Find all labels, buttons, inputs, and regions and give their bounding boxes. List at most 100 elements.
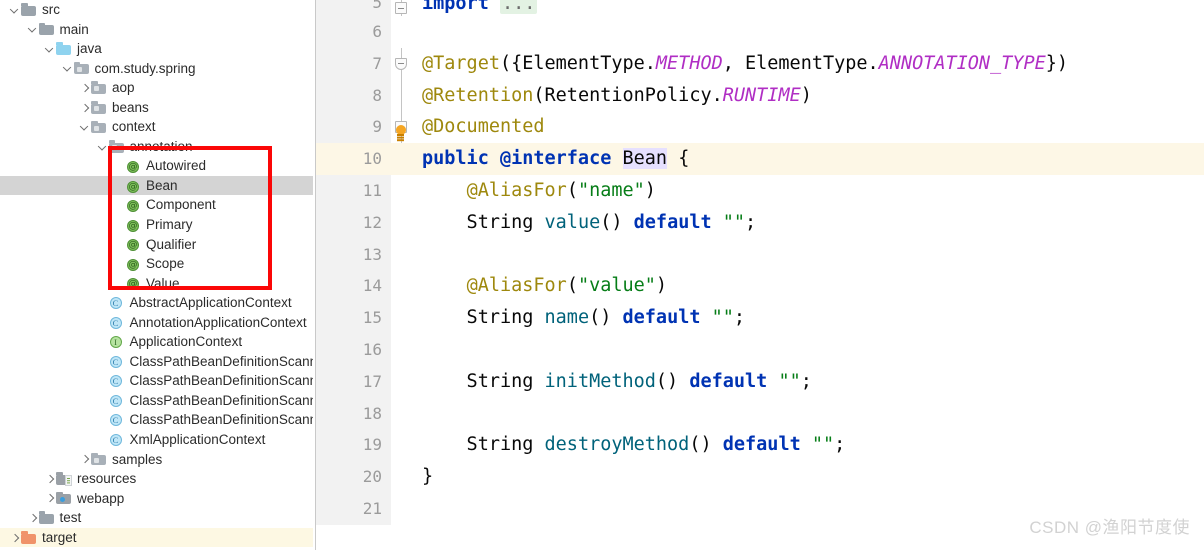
code-line[interactable]: 7 @Target({ElementType.METHOD, ElementTyp… <box>316 47 1204 80</box>
token-fold: ... <box>499 0 538 14</box>
fold-collapse-icon[interactable] <box>395 57 407 70</box>
code-line[interactable]: 11 @AliasFor("name") <box>316 174 1204 207</box>
tree-node-annotation[interactable]: annotation <box>0 137 313 157</box>
fold-gutter[interactable] <box>391 270 413 302</box>
tree-node-resources[interactable]: resources <box>0 469 313 489</box>
code-text[interactable]: String initMethod() default ""; <box>413 366 1204 398</box>
fold-gutter[interactable] <box>391 79 413 112</box>
line-number: 14 <box>316 270 391 303</box>
intention-bulb-icon[interactable] <box>394 125 407 141</box>
line-number: 9 <box>316 111 391 144</box>
code-text[interactable]: @Retention(RetentionPolicy.RUNTIME) <box>413 80 1204 112</box>
at-glyph: @ <box>128 220 138 231</box>
fold-gutter[interactable] <box>391 143 413 175</box>
code-line[interactable]: 16 <box>316 333 1204 366</box>
code-line[interactable]: 12 String value() default ""; <box>316 206 1204 239</box>
code-text[interactable]: @AliasFor("value") <box>413 270 1204 302</box>
tree-node-context[interactable]: context <box>0 117 313 137</box>
code-text[interactable]: @Target({ElementType.METHOD, ElementType… <box>413 48 1204 80</box>
tree-node-annotationapplicationcontext[interactable]: C AnnotationApplicationContext <box>0 313 313 333</box>
fold-gutter[interactable] <box>391 398 413 430</box>
tree-node-value[interactable]: @ Value <box>0 274 313 294</box>
code-text[interactable]: String name() default ""; <box>413 302 1204 334</box>
token-ann: @Documented <box>422 116 545 138</box>
code-line[interactable]: 19 String destroyMethod() default ""; <box>316 429 1204 462</box>
annotation-icon: @ <box>127 198 141 213</box>
code-line[interactable]: 17 String initMethod() default ""; <box>316 365 1204 398</box>
code-line[interactable]: 10 public @interface Bean { <box>316 143 1204 175</box>
fold-region-line <box>401 79 402 112</box>
class-glyph: C <box>112 317 119 328</box>
tree-node-label: Primary <box>146 217 193 233</box>
project-tool-window[interactable]: src main java com.study.spring aop beans conte… <box>0 0 313 550</box>
tree-node-test[interactable]: test <box>0 508 313 528</box>
tree-node-bean[interactable]: @ Bean <box>0 175 313 196</box>
tree-node-classpathbeandefinitionscanner[interactable]: C ClassPathBeanDefinitionScanner <box>0 352 313 372</box>
tree-node-src[interactable]: src <box>0 0 313 20</box>
fold-gutter[interactable] <box>391 366 413 398</box>
code-line[interactable]: 20} <box>316 461 1204 493</box>
fold-end-icon[interactable] <box>395 2 407 14</box>
fold-gutter[interactable] <box>391 0 413 16</box>
project-tree[interactable]: src main java com.study.spring aop beans conte… <box>0 0 313 550</box>
tree-node-webapp[interactable]: webapp <box>0 489 313 509</box>
token-kw: default <box>722 434 801 456</box>
tree-node-applicationcontext[interactable]: I ApplicationContext <box>0 332 313 352</box>
fold-gutter[interactable] <box>391 461 413 493</box>
code-editor[interactable]: 5 import ... 6 7 @Target({ElementType.METHOD… <box>316 0 1204 550</box>
code-lines[interactable]: 5 import ... 6 7 @Target({ElementType.METHOD… <box>316 0 1204 525</box>
tree-node-primary[interactable]: @ Primary <box>0 215 313 235</box>
fold-gutter[interactable] <box>391 493 413 525</box>
tree-node-qualifier[interactable]: @ Qualifier <box>0 235 313 255</box>
code-line[interactable]: 14 @AliasFor("value") <box>316 270 1204 303</box>
token-plain: ( <box>566 275 578 297</box>
code-line[interactable]: 6 <box>316 16 1204 48</box>
fold-gutter[interactable] <box>391 334 413 366</box>
tree-node-classpathbeandefinitionscanner[interactable]: C ClassPathBeanDefinitionScanner_ <box>0 391 313 411</box>
code-line[interactable]: 13 <box>316 238 1204 271</box>
code-line[interactable]: 18 <box>316 397 1204 430</box>
fold-gutter[interactable] <box>391 175 413 207</box>
tree-node-component[interactable]: @ Component <box>0 195 313 215</box>
token-plain: () <box>689 434 723 456</box>
folder-marker <box>60 496 65 502</box>
code-line[interactable]: 8 @Retention(RetentionPolicy.RUNTIME) <box>316 79 1204 112</box>
fold-gutter[interactable] <box>391 429 413 461</box>
tree-node-classpathbeandefinitionscanner[interactable]: C ClassPathBeanDefinitionScanner_ <box>0 410 313 430</box>
fold-gutter[interactable] <box>391 207 413 239</box>
code-text[interactable]: @AliasFor("name") <box>413 175 1204 207</box>
code-line[interactable]: 5 import ... <box>316 0 1204 16</box>
fold-gutter[interactable] <box>391 302 413 334</box>
token-ann: @AliasFor <box>466 179 567 201</box>
tree-node-label: Bean <box>146 177 178 193</box>
tree-node-java[interactable]: java <box>0 39 313 59</box>
tree-node-autowired[interactable]: @ Autowired <box>0 156 313 176</box>
tree-node-com-study-spring[interactable]: com.study.spring <box>0 59 313 79</box>
tree-node-xmlapplicationcontext[interactable]: C XmlApplicationContext <box>0 430 313 450</box>
fold-gutter[interactable] <box>391 47 413 80</box>
code-text[interactable]: public @interface Bean { <box>413 143 1204 175</box>
fold-gutter[interactable] <box>391 16 413 48</box>
tree-node-abstractapplicationcontext[interactable]: C AbstractApplicationContext <box>0 293 313 313</box>
code-text[interactable]: String destroyMethod() default ""; <box>413 429 1204 461</box>
fold-gutter[interactable] <box>391 239 413 271</box>
code-text[interactable]: import ... <box>413 0 1204 16</box>
code-text[interactable]: } <box>413 461 1204 493</box>
tree-node-main[interactable]: main <box>0 20 313 40</box>
line-number: 11 <box>316 174 391 207</box>
code-text[interactable]: String value() default ""; <box>413 207 1204 239</box>
tree-node-scope[interactable]: @ Scope <box>0 254 313 274</box>
token-plain: ({ElementType. <box>499 52 656 74</box>
code-line[interactable]: 9 @Documented <box>316 111 1204 144</box>
tree-node-beans[interactable]: beans <box>0 98 313 118</box>
code-text[interactable]: @Documented <box>413 111 1204 143</box>
tree-node-classpathbeandefinitionscanner[interactable]: C ClassPathBeanDefinitionScanner_ <box>0 371 313 391</box>
tree-node-samples[interactable]: samples <box>0 450 313 470</box>
token-plain: ; <box>745 211 757 233</box>
tree-node-target[interactable]: target <box>0 527 313 548</box>
token-kw: import <box>422 0 500 14</box>
fold-gutter[interactable] <box>391 111 413 144</box>
code-line[interactable]: 15 String name() default ""; <box>316 302 1204 334</box>
tree-node-aop[interactable]: aop <box>0 78 313 98</box>
